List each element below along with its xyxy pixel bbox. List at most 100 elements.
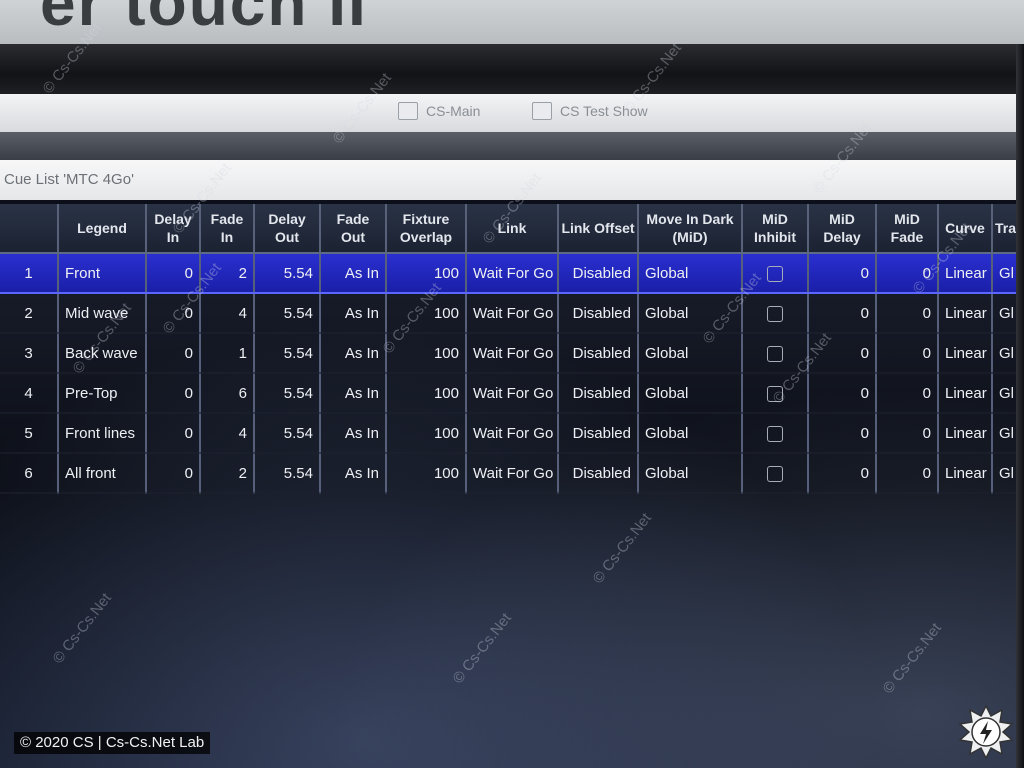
delay-out-cell[interactable]: 5.54	[254, 453, 321, 494]
column-header-legend[interactable]: Legend	[58, 204, 147, 254]
mid-delay-cell[interactable]: 0	[808, 293, 877, 334]
mid-cell[interactable]: Global	[638, 333, 743, 374]
cue-row[interactable]: 3 Back wave 0 1 5.54 As In 100 Wait For Go Disab…	[0, 333, 1024, 374]
cue-number[interactable]: 3	[0, 333, 59, 374]
mid-delay-cell[interactable]: 0	[808, 333, 877, 374]
cue-number[interactable]: 6	[0, 453, 59, 494]
cue-row[interactable]: 5 Front lines 0 4 5.54 As In 100 Wait For Go Dis…	[0, 413, 1024, 454]
delay-in-cell[interactable]: 0	[146, 373, 201, 414]
mid-inhibit-checkbox[interactable]	[742, 293, 809, 334]
fade-in-cell[interactable]: 6	[200, 373, 255, 414]
mid-cell[interactable]: Global	[638, 453, 743, 494]
mid-delay-cell[interactable]: 0	[808, 413, 877, 454]
mid-cell[interactable]: Global	[638, 413, 743, 454]
fade-out-cell[interactable]: As In	[320, 413, 387, 454]
delay-in-cell[interactable]: 0	[146, 453, 201, 494]
mid-fade-cell[interactable]: 0	[876, 453, 939, 494]
checkbox-icon[interactable]	[767, 385, 783, 402]
mid-fade-cell[interactable]: 0	[876, 333, 939, 374]
fade-in-cell[interactable]: 4	[200, 293, 255, 334]
mid-fade-cell[interactable]: 0	[876, 373, 939, 414]
delay-out-cell[interactable]: 5.54	[254, 252, 321, 294]
tab-cs-test-show[interactable]: CS Test Show	[532, 102, 648, 120]
column-header-fade-in[interactable]: Fade In	[200, 204, 255, 254]
mid-cell[interactable]: Global	[638, 252, 743, 294]
curve-cell[interactable]: Linear	[938, 333, 993, 374]
mid-delay-cell[interactable]: 0	[808, 252, 877, 294]
fade-in-cell[interactable]: 4	[200, 413, 255, 454]
overlap-cell[interactable]: 100	[386, 333, 467, 374]
link-cell[interactable]: Wait For Go	[466, 413, 559, 454]
curve-cell[interactable]: Linear	[938, 373, 993, 414]
fade-in-cell[interactable]: 2	[200, 453, 255, 494]
mid-delay-cell[interactable]: 0	[808, 453, 877, 494]
cue-number[interactable]: 5	[0, 413, 59, 454]
tab-cs-main[interactable]: CS-Main	[398, 102, 480, 120]
cue-legend[interactable]: Back wave	[58, 333, 147, 374]
cue-number[interactable]: 1	[0, 252, 59, 294]
fade-in-cell[interactable]: 2	[200, 252, 255, 294]
link-offset-cell[interactable]: Disabled	[558, 252, 639, 294]
checkbox-icon[interactable]	[767, 265, 783, 282]
curve-cell[interactable]: Linear	[938, 293, 993, 334]
mid-delay-cell[interactable]: 0	[808, 373, 877, 414]
mid-inhibit-checkbox[interactable]	[742, 333, 809, 374]
fade-out-cell[interactable]: As In	[320, 333, 387, 374]
link-offset-cell[interactable]: Disabled	[558, 453, 639, 494]
column-header-delay-out[interactable]: Delay Out	[254, 204, 321, 254]
link-offset-cell[interactable]: Disabled	[558, 373, 639, 414]
mid-fade-cell[interactable]: 0	[876, 293, 939, 334]
overlap-cell[interactable]: 100	[386, 453, 467, 494]
column-header-fixture-overlap[interactable]: Fixture Overlap	[386, 204, 467, 254]
mid-fade-cell[interactable]: 0	[876, 252, 939, 294]
column-header-fade-out[interactable]: Fade Out	[320, 204, 387, 254]
cue-number[interactable]: 4	[0, 373, 59, 414]
cue-row[interactable]: 1 Front 0 2 5.54 As In 100 Wait For Go Disabled G…	[0, 252, 1024, 294]
curve-cell[interactable]: Linear	[938, 252, 993, 294]
column-header-num[interactable]	[0, 204, 59, 254]
fade-out-cell[interactable]: As In	[320, 252, 387, 294]
checkbox-icon[interactable]	[767, 345, 783, 362]
mid-cell[interactable]: Global	[638, 293, 743, 334]
cue-legend[interactable]: Front lines	[58, 413, 147, 454]
delay-out-cell[interactable]: 5.54	[254, 373, 321, 414]
cue-row[interactable]: 6 All front 0 2 5.54 As In 100 Wait For Go Disab…	[0, 453, 1024, 494]
curve-cell[interactable]: Linear	[938, 453, 993, 494]
overlap-cell[interactable]: 100	[386, 293, 467, 334]
mid-inhibit-checkbox[interactable]	[742, 373, 809, 414]
link-offset-cell[interactable]: Disabled	[558, 293, 639, 334]
delay-out-cell[interactable]: 5.54	[254, 413, 321, 454]
cue-number[interactable]: 2	[0, 293, 59, 334]
column-header-mid-inhibit[interactable]: MiD Inhibit	[742, 204, 809, 254]
mid-inhibit-checkbox[interactable]	[742, 252, 809, 294]
column-header-delay-in[interactable]: Delay In	[146, 204, 201, 254]
link-cell[interactable]: Wait For Go	[466, 373, 559, 414]
link-offset-cell[interactable]: Disabled	[558, 333, 639, 374]
checkbox-icon[interactable]	[767, 305, 783, 322]
overlap-cell[interactable]: 100	[386, 373, 467, 414]
overlap-cell[interactable]: 100	[386, 413, 467, 454]
fade-out-cell[interactable]: As In	[320, 373, 387, 414]
mid-inhibit-checkbox[interactable]	[742, 413, 809, 454]
fade-out-cell[interactable]: As In	[320, 453, 387, 494]
delay-out-cell[interactable]: 5.54	[254, 333, 321, 374]
column-header-link-offset[interactable]: Link Offset	[558, 204, 639, 254]
link-cell[interactable]: Wait For Go	[466, 333, 559, 374]
link-offset-cell[interactable]: Disabled	[558, 413, 639, 454]
mid-fade-cell[interactable]: 0	[876, 413, 939, 454]
column-header-mid-delay[interactable]: MiD Delay	[808, 204, 877, 254]
cue-legend[interactable]: Pre-Top	[58, 373, 147, 414]
delay-in-cell[interactable]: 0	[146, 252, 201, 294]
fade-in-cell[interactable]: 1	[200, 333, 255, 374]
cue-legend[interactable]: Front	[58, 252, 147, 294]
column-header-mid-fade[interactable]: MiD Fade	[876, 204, 939, 254]
checkbox-icon[interactable]	[767, 465, 783, 482]
cue-row[interactable]: 4 Pre-Top 0 6 5.54 As In 100 Wait For Go Disable…	[0, 373, 1024, 414]
overlap-cell[interactable]: 100	[386, 252, 467, 294]
fade-out-cell[interactable]: As In	[320, 293, 387, 334]
delay-out-cell[interactable]: 5.54	[254, 293, 321, 334]
link-cell[interactable]: Wait For Go	[466, 453, 559, 494]
column-header-link[interactable]: Link	[466, 204, 559, 254]
curve-cell[interactable]: Linear	[938, 413, 993, 454]
mid-inhibit-checkbox[interactable]	[742, 453, 809, 494]
